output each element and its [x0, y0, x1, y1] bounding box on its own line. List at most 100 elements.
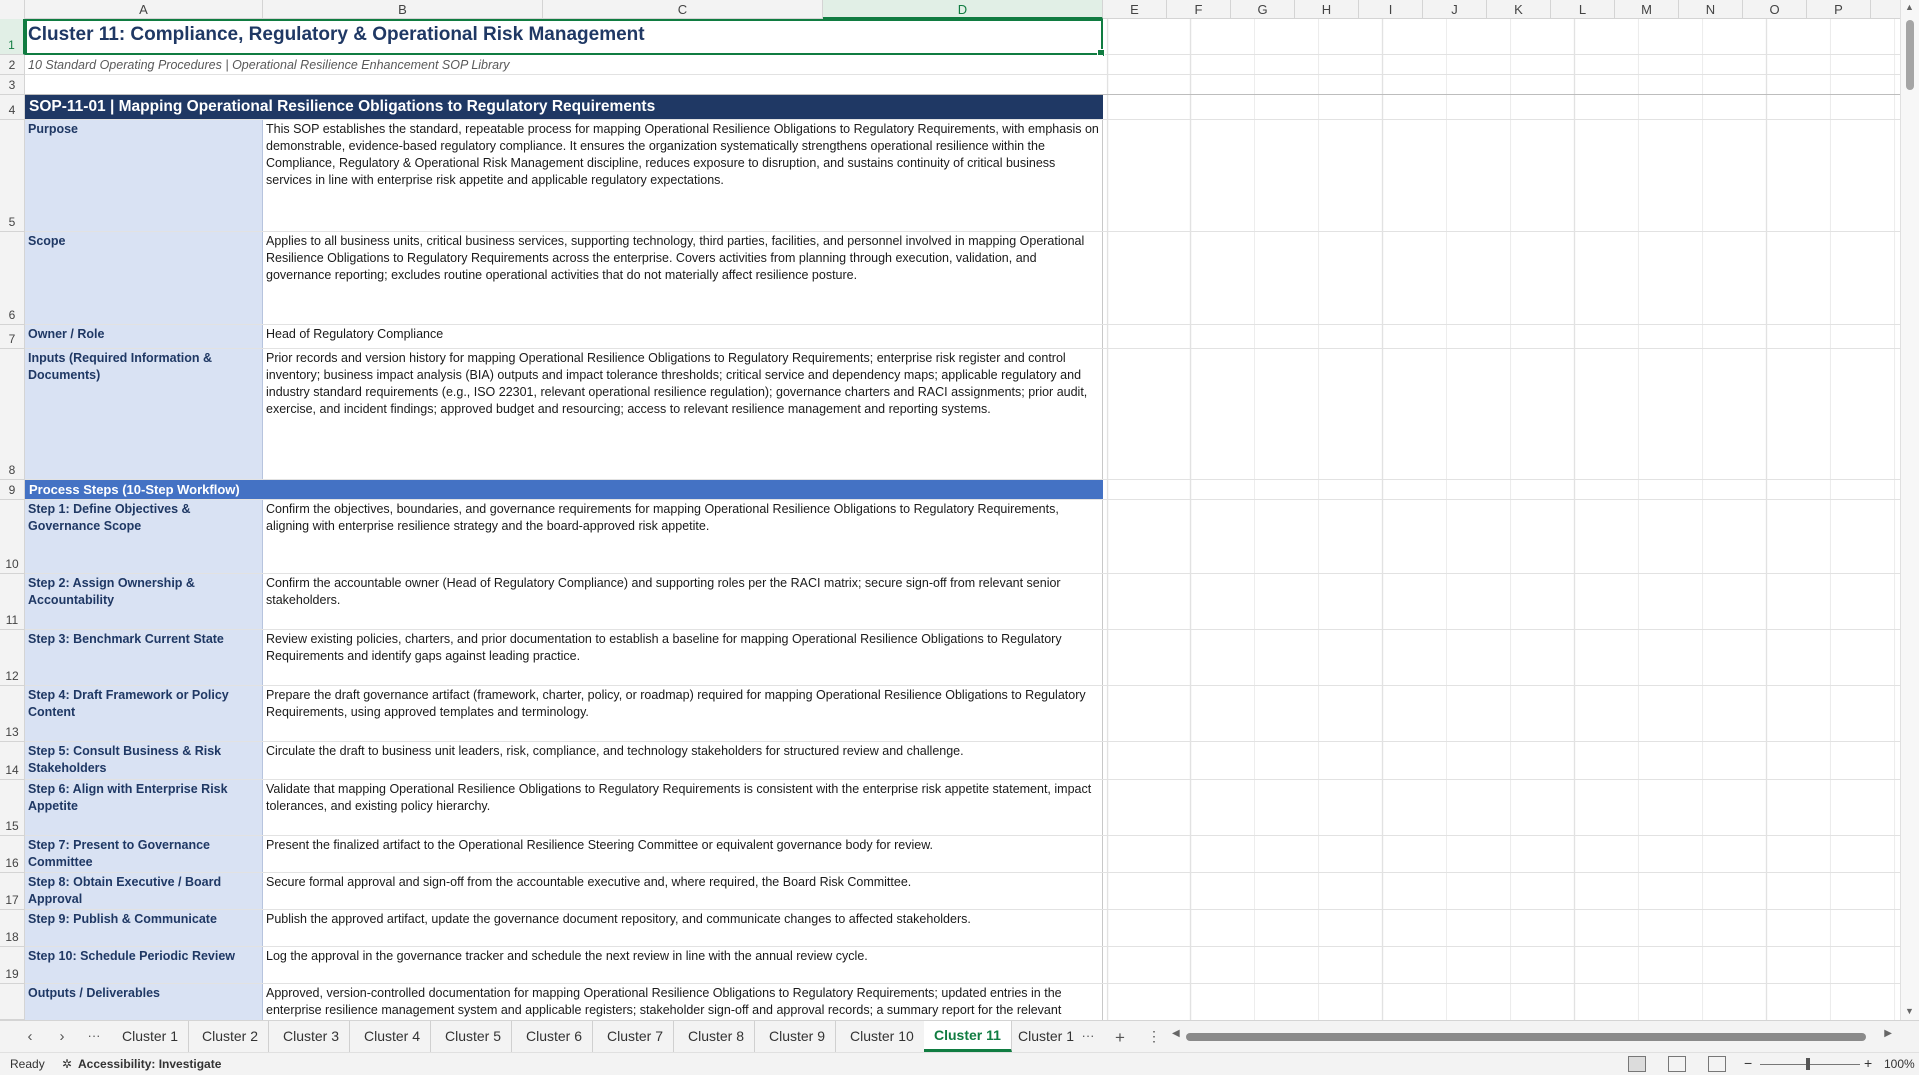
zoom-slider-thumb[interactable]: [1806, 1058, 1810, 1070]
column-header-g[interactable]: G: [1231, 0, 1295, 19]
row-header-2[interactable]: 2: [0, 55, 25, 75]
add-sheet-icon[interactable]: +: [1110, 1028, 1130, 1048]
process-steps-header[interactable]: Process Steps (10-Step Workflow): [25, 480, 1103, 499]
scroll-right-icon[interactable]: ▶: [1884, 1028, 1892, 1039]
step-label[interactable]: Step 7: Present to Governance Committee: [25, 836, 263, 872]
tab-cluster-5[interactable]: Cluster 5: [435, 1021, 513, 1052]
step-label[interactable]: Step 10: Schedule Periodic Review: [25, 947, 263, 983]
tab-cluster-4[interactable]: Cluster 4: [354, 1021, 432, 1052]
normal-view-icon[interactable]: [1628, 1056, 1646, 1072]
row-header-16[interactable]: 16: [0, 836, 25, 873]
scroll-up-icon[interactable]: ▲: [1905, 2, 1914, 12]
row-header-12[interactable]: 12: [0, 630, 25, 686]
column-header-c[interactable]: C: [543, 0, 823, 19]
tab-cluster-2[interactable]: Cluster 2: [192, 1021, 270, 1052]
column-header-f[interactable]: F: [1167, 0, 1231, 19]
step-text[interactable]: Circulate the draft to business unit lea…: [263, 742, 1103, 779]
scroll-left-icon[interactable]: ◀: [1172, 1028, 1180, 1039]
sheet-options-icon[interactable]: ⋮: [1144, 1028, 1164, 1045]
step-label[interactable]: Step 9: Publish & Communicate: [25, 910, 263, 946]
row-header-18[interactable]: 18: [0, 910, 25, 947]
column-header-m[interactable]: M: [1615, 0, 1679, 19]
select-all-corner[interactable]: [0, 0, 25, 19]
step-text[interactable]: Confirm the accountable owner (Head of R…: [263, 574, 1103, 629]
row-header-17[interactable]: 17: [0, 873, 25, 910]
horizontal-scroll-thumb[interactable]: [1186, 1033, 1866, 1041]
step-text[interactable]: Secure formal approval and sign-off from…: [263, 873, 1103, 909]
outputs-label[interactable]: Outputs / Deliverables: [25, 984, 263, 1020]
tab-cluster-3[interactable]: Cluster 3: [273, 1021, 351, 1052]
step-label[interactable]: Step 6: Align with Enterprise Risk Appet…: [25, 780, 263, 835]
column-header-b[interactable]: B: [263, 0, 543, 19]
column-header-j[interactable]: J: [1423, 0, 1487, 19]
column-header-i[interactable]: I: [1359, 0, 1423, 19]
step-text[interactable]: Review existing policies, charters, and …: [263, 630, 1103, 685]
inputs-label[interactable]: Inputs (Required Information & Documents…: [25, 349, 263, 479]
step-label[interactable]: Step 1: Define Objectives & Governance S…: [25, 500, 263, 573]
purpose-label[interactable]: Purpose: [25, 120, 263, 231]
step-text[interactable]: Confirm the objectives, boundaries, and …: [263, 500, 1103, 573]
tab-cluster-9[interactable]: Cluster 9: [759, 1021, 837, 1052]
tab-cluster-1[interactable]: Cluster 1: [112, 1021, 190, 1052]
row-header-1[interactable]: 1: [0, 19, 25, 55]
tab-more-left-icon[interactable]: ···: [84, 1028, 104, 1043]
tab-cluster-6[interactable]: Cluster 6: [516, 1021, 594, 1052]
worksheet-grid[interactable]: A B C D E F G H I J K L M N O P 1 2 3 4 …: [0, 0, 1919, 1020]
row-header-5[interactable]: 5: [0, 120, 25, 232]
row-header-7[interactable]: 7: [0, 325, 25, 349]
step-label[interactable]: Step 4: Draft Framework or Policy Conten…: [25, 686, 263, 741]
sop-header[interactable]: SOP-11-01 | Mapping Operational Resilien…: [25, 95, 1103, 119]
row-header-19[interactable]: 19: [0, 947, 25, 984]
tab-cluster-10[interactable]: Cluster 10: [840, 1021, 925, 1052]
row-header-10[interactable]: 10: [0, 500, 25, 574]
step-label[interactable]: Step 8: Obtain Executive / Board Approva…: [25, 873, 263, 909]
column-header-h[interactable]: H: [1295, 0, 1359, 19]
purpose-text[interactable]: This SOP establishes the standard, repea…: [263, 120, 1103, 231]
page-layout-view-icon[interactable]: [1668, 1056, 1686, 1072]
row-header-6[interactable]: 6: [0, 232, 25, 325]
column-header-d[interactable]: D: [823, 0, 1103, 19]
page-break-view-icon[interactable]: [1708, 1056, 1726, 1072]
tab-cluster-8[interactable]: Cluster 8: [678, 1021, 756, 1052]
scope-label[interactable]: Scope: [25, 232, 263, 324]
step-text[interactable]: Present the finalized artifact to the Op…: [263, 836, 1103, 872]
step-text[interactable]: Log the approval in the governance track…: [263, 947, 1103, 983]
tab-scroll-right-icon[interactable]: ›: [52, 1028, 72, 1045]
accessibility-status[interactable]: Accessibility: Investigate: [78, 1057, 221, 1071]
column-header-p[interactable]: P: [1807, 0, 1871, 19]
zoom-in-icon[interactable]: +: [1864, 1055, 1872, 1071]
sheet-subtitle[interactable]: 10 Standard Operating Procedures | Opera…: [25, 55, 1103, 74]
outputs-text[interactable]: Approved, version-controlled documentati…: [263, 984, 1103, 1020]
step-text[interactable]: Prepare the draft governance artifact (f…: [263, 686, 1103, 741]
row-header-4[interactable]: 4: [0, 95, 25, 120]
row-header-8[interactable]: 8: [0, 349, 25, 480]
column-header-k[interactable]: K: [1487, 0, 1551, 19]
empty-row-3[interactable]: [25, 75, 1103, 94]
vertical-scroll-thumb[interactable]: [1906, 20, 1914, 90]
step-text[interactable]: Validate that mapping Operational Resili…: [263, 780, 1103, 835]
accessibility-icon[interactable]: ✲: [62, 1057, 72, 1071]
tab-cluster-11[interactable]: Cluster 11: [924, 1021, 1012, 1052]
row-header-3[interactable]: 3: [0, 75, 25, 95]
step-label[interactable]: Step 2: Assign Ownership & Accountabilit…: [25, 574, 263, 629]
owner-text[interactable]: Head of Regulatory Compliance: [263, 325, 1103, 348]
vertical-scrollbar[interactable]: ▲ ▼: [1900, 0, 1919, 1020]
zoom-out-icon[interactable]: −: [1744, 1055, 1752, 1071]
scope-text[interactable]: Applies to all business units, critical …: [263, 232, 1103, 324]
sheet-title[interactable]: Cluster 11: Compliance, Regulatory & Ope…: [25, 19, 1103, 54]
column-header-o[interactable]: O: [1743, 0, 1807, 19]
column-header-l[interactable]: L: [1551, 0, 1615, 19]
column-header-n[interactable]: N: [1679, 0, 1743, 19]
scroll-down-icon[interactable]: ▼: [1905, 1006, 1914, 1016]
tab-scroll-left-icon[interactable]: ‹: [20, 1028, 40, 1045]
row-header-14[interactable]: 14: [0, 742, 25, 780]
column-header-a[interactable]: A: [25, 0, 263, 19]
owner-label[interactable]: Owner / Role: [25, 325, 263, 348]
zoom-slider-track[interactable]: [1760, 1064, 1860, 1065]
step-label[interactable]: Step 5: Consult Business & Risk Stakehol…: [25, 742, 263, 779]
step-text[interactable]: Publish the approved artifact, update th…: [263, 910, 1103, 946]
row-header-11[interactable]: 11: [0, 574, 25, 630]
horizontal-scrollbar[interactable]: ◀ ▶: [1172, 1028, 1892, 1043]
row-header-15[interactable]: 15: [0, 780, 25, 836]
column-header-e[interactable]: E: [1103, 0, 1167, 19]
